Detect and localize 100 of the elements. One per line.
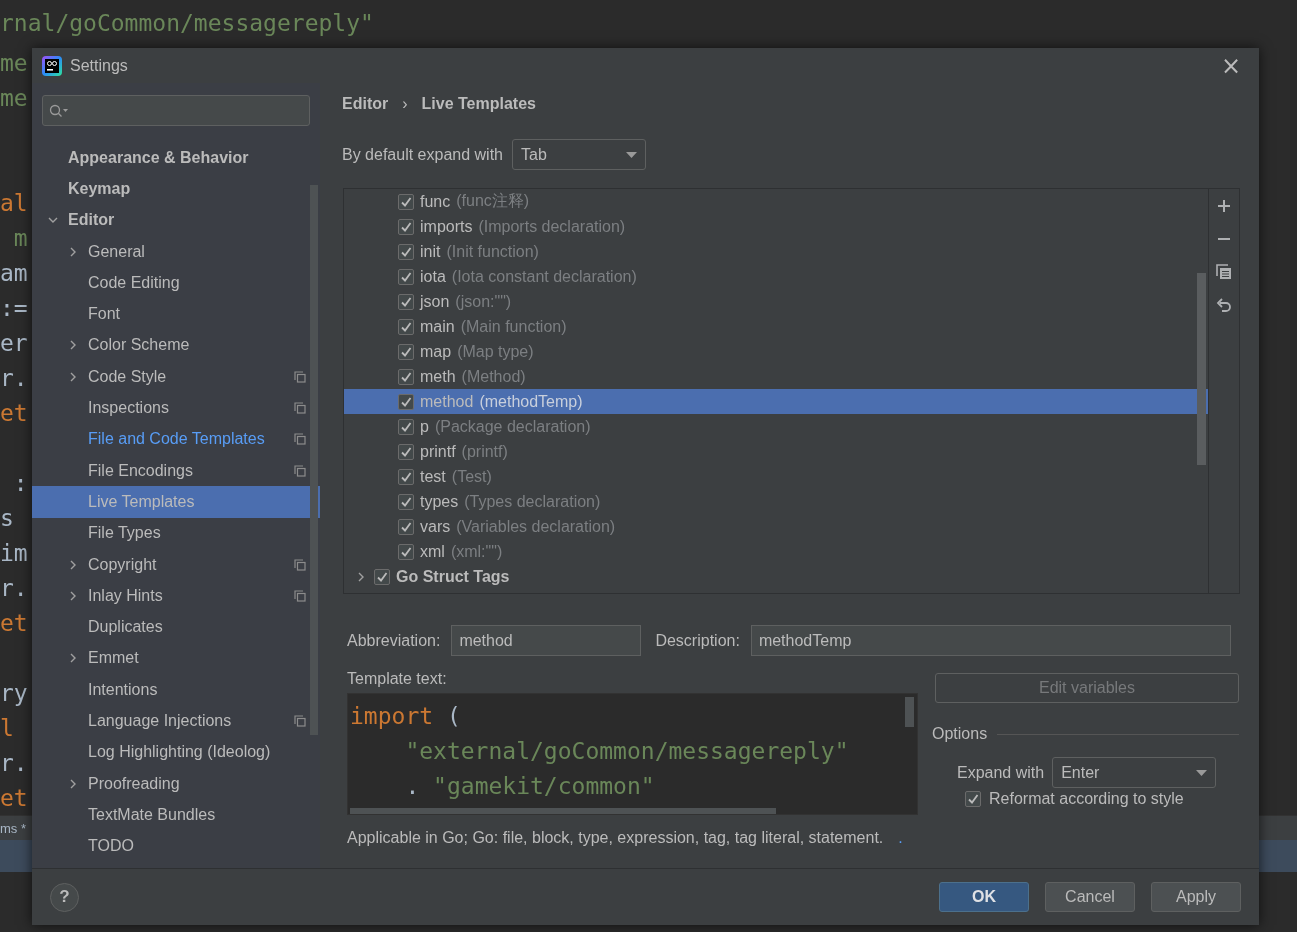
help-button[interactable]: ? bbox=[50, 882, 79, 912]
chevron-right-icon[interactable] bbox=[68, 778, 78, 789]
sidebar-item[interactable]: Editor bbox=[32, 204, 320, 236]
dialog-button[interactable]: OK bbox=[939, 882, 1029, 912]
sidebar-item[interactable]: Emmet bbox=[32, 642, 320, 675]
editor-tab[interactable]: ms * bbox=[0, 820, 26, 836]
sidebar-item[interactable]: Copyright bbox=[32, 548, 320, 581]
chevron-right-icon[interactable] bbox=[68, 590, 78, 601]
template-row[interactable]: main (Main function) bbox=[344, 314, 1208, 339]
template-row[interactable]: Go Struct Tags bbox=[344, 564, 1208, 589]
code-text: r. bbox=[0, 749, 28, 776]
checkbox[interactable] bbox=[398, 193, 414, 210]
chevron-right-icon[interactable] bbox=[68, 340, 78, 351]
code-text: al bbox=[0, 189, 28, 216]
scrollbar[interactable] bbox=[310, 185, 318, 735]
chevron-right-icon[interactable] bbox=[68, 371, 78, 382]
checkbox[interactable] bbox=[398, 493, 414, 510]
checkbox[interactable] bbox=[398, 443, 414, 460]
checkbox[interactable] bbox=[398, 268, 414, 285]
template-row[interactable]: func (func注释) bbox=[344, 189, 1208, 214]
code-text: l bbox=[0, 714, 14, 741]
sidebar-item[interactable]: Language Injections bbox=[32, 705, 320, 737]
sidebar-item[interactable]: File Types bbox=[32, 517, 320, 549]
template-row[interactable]: json (json:"") bbox=[344, 289, 1208, 314]
template-row[interactable]: types (Types declaration) bbox=[344, 489, 1208, 514]
code-text: me bbox=[0, 49, 28, 76]
sidebar-item[interactable]: Font bbox=[32, 298, 320, 330]
code-text: ( bbox=[445, 702, 461, 729]
code-text: : bbox=[12, 469, 28, 496]
template-row[interactable]: method (methodTemp) bbox=[344, 389, 1208, 414]
abbreviation-field[interactable]: method bbox=[451, 625, 642, 656]
sidebar-item[interactable]: Proofreading bbox=[32, 767, 320, 800]
change-link[interactable]: . bbox=[898, 829, 903, 847]
sidebar-item[interactable]: Inlay Hints bbox=[32, 580, 320, 612]
checkbox[interactable] bbox=[374, 568, 390, 585]
close-button[interactable]: × bbox=[1212, 51, 1249, 80]
template-row[interactable]: imports (Imports declaration) bbox=[344, 214, 1208, 239]
sidebar-item[interactable]: Code Editing bbox=[32, 267, 320, 299]
sidebar-item[interactable]: Intentions bbox=[32, 674, 320, 706]
applicable-contexts-text: Applicable in Go; Go: file, block, type, expression, tag, tag literal, statement. bbox=[347, 829, 884, 847]
code-text: := bbox=[0, 294, 28, 321]
checkbox[interactable] bbox=[965, 791, 981, 807]
template-row[interactable]: printf (printf) bbox=[344, 439, 1208, 464]
scrollbar[interactable] bbox=[350, 808, 776, 814]
template-row[interactable]: test (Test) bbox=[344, 464, 1208, 489]
description-field[interactable]: methodTemp bbox=[750, 625, 1231, 656]
sidebar-item[interactable]: File Encodings bbox=[32, 454, 320, 487]
code-text: "gamekit/common" bbox=[432, 772, 655, 799]
field-label: By default expand with bbox=[342, 145, 503, 164]
dialog-button[interactable]: Apply bbox=[1151, 882, 1241, 912]
chevron-right-icon[interactable] bbox=[356, 571, 366, 582]
copy-icon bbox=[294, 558, 306, 571]
sidebar-item[interactable]: Color Scheme bbox=[32, 329, 320, 362]
template-row[interactable]: init (Init function) bbox=[344, 239, 1208, 264]
copy-icon bbox=[294, 464, 306, 477]
checkbox[interactable] bbox=[398, 243, 414, 260]
checkbox[interactable] bbox=[398, 468, 414, 485]
template-row[interactable]: map (Map type) bbox=[344, 339, 1208, 364]
checkbox[interactable] bbox=[398, 543, 414, 560]
template-editor[interactable]: import ( "external/goCommon/messagereply" . "gamekit/common" bbox=[347, 693, 918, 815]
search-field[interactable] bbox=[42, 95, 310, 126]
template-row[interactable]: meth (Method) bbox=[344, 364, 1208, 389]
template-row[interactable]: xml (xml:"") bbox=[344, 539, 1208, 564]
sidebar-item[interactable]: TODO bbox=[32, 830, 320, 862]
chevron-right-icon[interactable] bbox=[68, 559, 78, 570]
checkbox[interactable] bbox=[398, 368, 414, 385]
copy-icon bbox=[294, 370, 306, 383]
copy-icon bbox=[294, 715, 306, 727]
checkbox[interactable] bbox=[398, 293, 414, 310]
template-row[interactable]: p (Package declaration) bbox=[344, 414, 1208, 439]
sidebar-item[interactable]: Log Highlighting (Ideolog) bbox=[32, 736, 320, 768]
code-text: rnal/goCommon/messagereply" bbox=[0, 9, 374, 36]
expand-key-dropdown[interactable]: Tab bbox=[512, 139, 646, 170]
field-label: Template text: bbox=[347, 670, 448, 688]
chevron-right-icon[interactable] bbox=[68, 246, 78, 257]
chevron-right-icon[interactable] bbox=[68, 653, 78, 664]
template-row[interactable]: iota (Iota constant declaration) bbox=[344, 264, 1208, 289]
checkbox[interactable] bbox=[398, 418, 414, 435]
sidebar-item[interactable]: Appearance & Behavior bbox=[32, 142, 320, 174]
template-row[interactable]: vars (Variables declaration) bbox=[344, 514, 1208, 539]
caret-icon bbox=[1196, 769, 1208, 776]
dialog-button[interactable]: Cancel bbox=[1045, 882, 1135, 912]
checkbox[interactable] bbox=[398, 393, 414, 410]
field-label: Description: bbox=[655, 631, 740, 650]
expand-with-dropdown[interactable]: Enter bbox=[1052, 757, 1217, 788]
checkbox[interactable] bbox=[398, 218, 414, 235]
checkbox[interactable] bbox=[398, 318, 414, 335]
sidebar-item[interactable]: General bbox=[32, 235, 320, 268]
scrollbar[interactable] bbox=[1197, 273, 1206, 465]
checkbox[interactable] bbox=[398, 518, 414, 535]
scrollbar[interactable] bbox=[905, 697, 914, 727]
checkbox-label: Reformat according to style bbox=[989, 790, 1184, 808]
sidebar-item[interactable]: Duplicates bbox=[32, 611, 320, 643]
checkbox[interactable] bbox=[398, 343, 414, 360]
sidebar-item[interactable]: Keymap bbox=[32, 173, 320, 205]
sidebar-item[interactable]: TextMate Bundles bbox=[32, 799, 320, 831]
sidebar-item[interactable]: Inspections bbox=[32, 392, 320, 424]
sidebar-item[interactable]: File and Code Templates bbox=[32, 423, 320, 455]
sidebar-item[interactable]: Code Style bbox=[32, 361, 320, 393]
code-text: im bbox=[0, 539, 28, 566]
